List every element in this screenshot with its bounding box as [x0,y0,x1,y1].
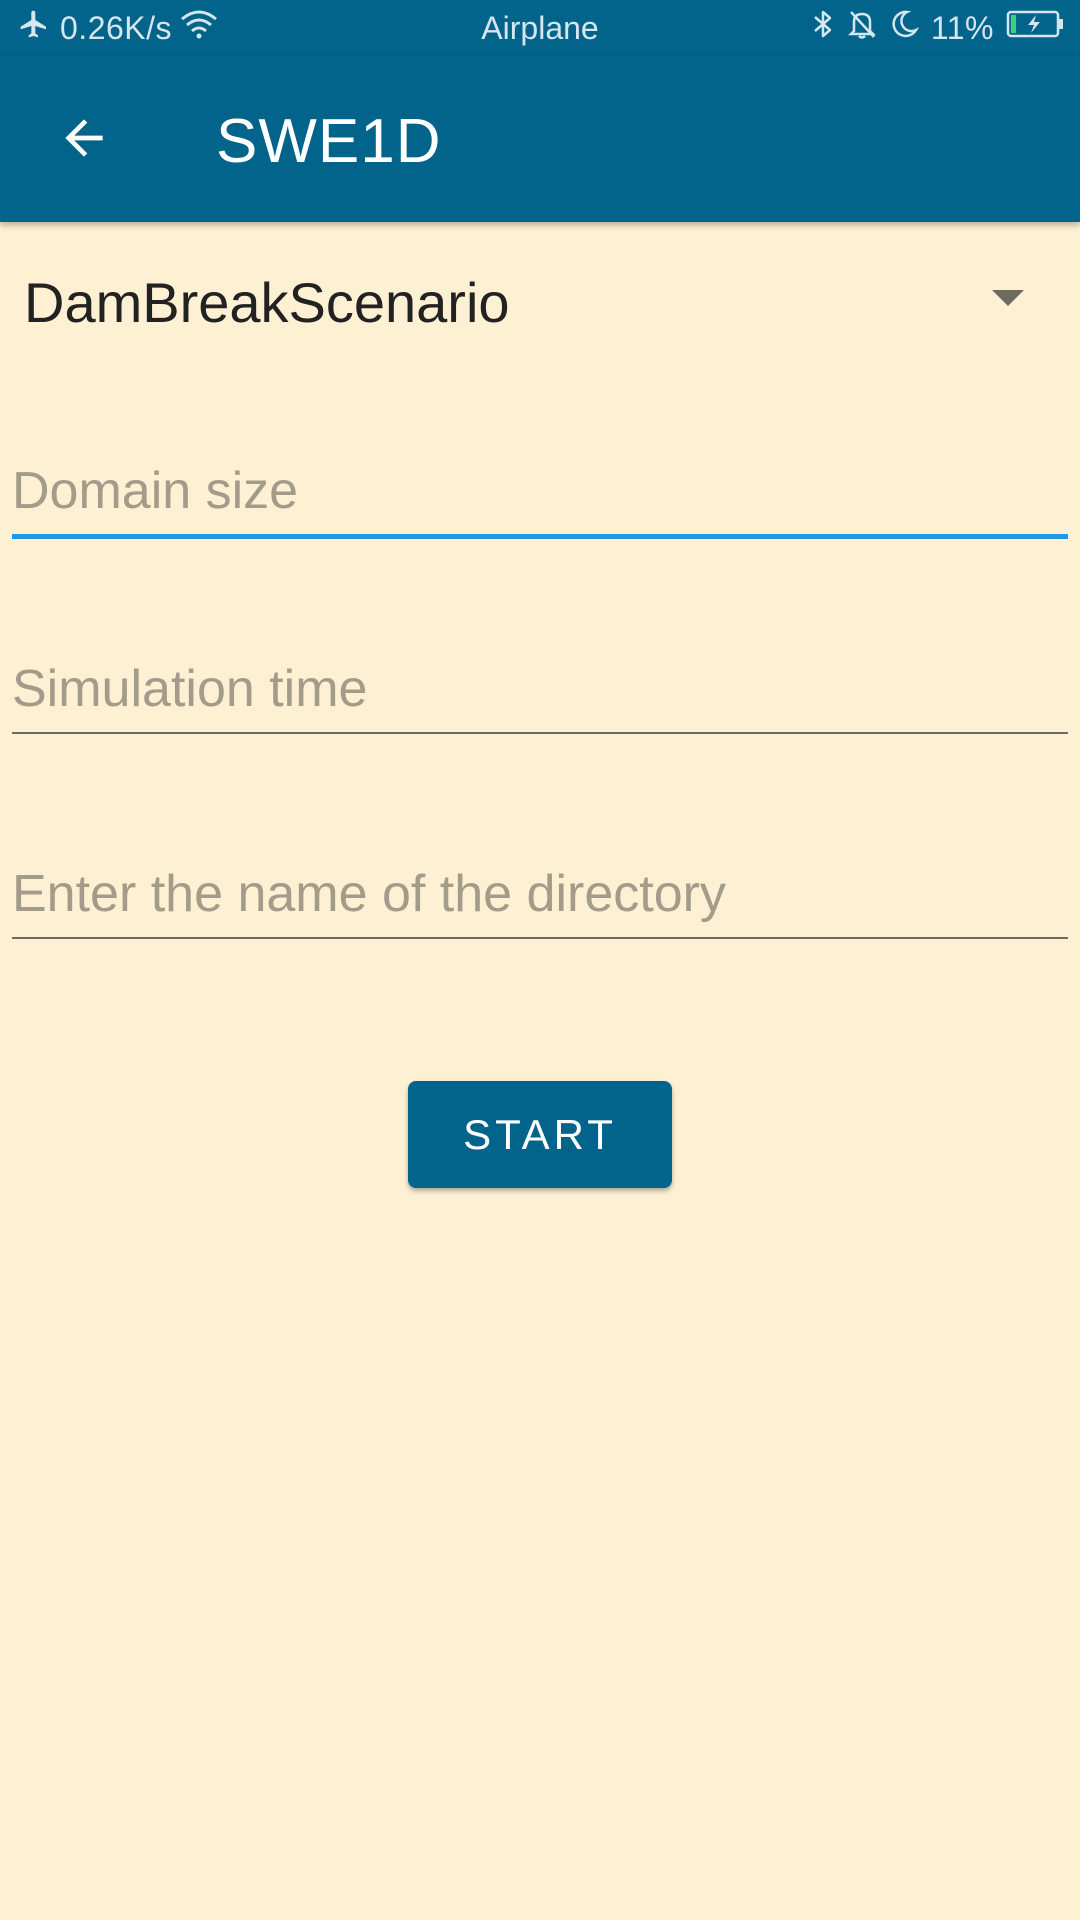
dropdown-arrow-icon[interactable] [992,290,1024,306]
start-button[interactable]: START [408,1081,672,1188]
bell-off-icon [847,8,877,48]
bluetooth-icon [811,8,835,48]
app-title: SWE1D [216,107,442,176]
moon-icon [889,8,920,48]
status-right: 11% [799,8,1064,48]
directory-name-underline [12,937,1068,939]
arrow-back-icon [56,110,112,171]
simulation-time-field [12,654,1068,734]
scenario-spinner[interactable]: DamBreakScenario [0,250,1080,360]
domain-size-input[interactable] [12,456,1068,526]
back-button[interactable] [46,102,122,178]
directory-name-field [12,859,1068,939]
domain-size-field [12,456,1068,539]
directory-name-input[interactable] [12,859,1068,929]
spinner-selected-value: DamBreakScenario [24,271,510,334]
battery-percent: 11% [930,9,994,46]
app-bar: SWE1D [0,56,1080,222]
domain-size-underline [12,534,1068,539]
simulation-time-input[interactable] [12,654,1068,724]
status-bar: 0.26K/s Airplane 11% [0,0,1080,56]
simulation-time-underline [12,732,1068,734]
battery-charging-icon [1006,9,1064,47]
